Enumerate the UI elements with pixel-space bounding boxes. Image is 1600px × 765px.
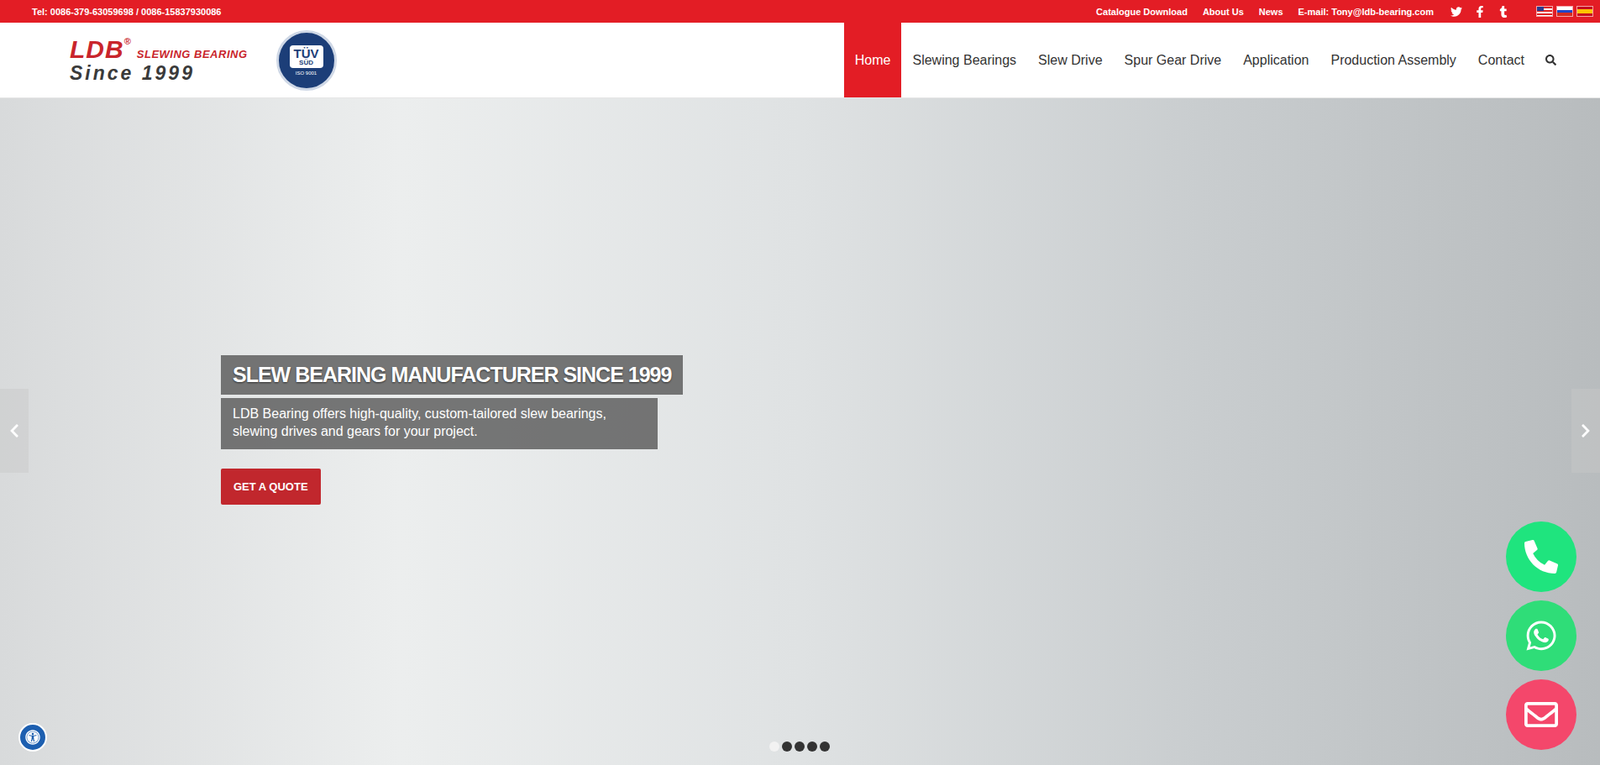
nav-item[interactable]: Spur Gear Drive [1113, 22, 1233, 98]
social-links [1450, 5, 1510, 18]
logo[interactable]: LDB® SLEWING BEARING Since 1999 [69, 36, 248, 84]
slide-dot[interactable] [794, 741, 805, 752]
badge-code: ISO 9001 [295, 70, 317, 76]
tumblr-icon[interactable] [1497, 5, 1510, 18]
prev-arrow[interactable] [0, 388, 29, 473]
logo-top: LDB® SLEWING BEARING [69, 36, 248, 63]
top-bar: Tel: 0086-379-63059698 / 0086-1583793008… [0, 0, 1600, 23]
accessibility-icon [25, 729, 41, 746]
ru-flag-icon[interactable] [1556, 5, 1574, 17]
badge-top: TÜV [293, 47, 320, 60]
logo-tagline: SLEWING BEARING [136, 48, 248, 60]
phone-text: Tel: 0086-379-63059698 / 0086-1583793008… [31, 6, 221, 17]
nav-item[interactable]: Slew Drive [1027, 22, 1113, 98]
search-button[interactable] [1535, 22, 1567, 98]
twitter-icon[interactable] [1450, 5, 1463, 18]
slide-dot[interactable] [819, 741, 830, 752]
whatsapp-button[interactable] [1505, 600, 1577, 672]
email-button[interactable] [1505, 679, 1577, 751]
accessibility-button[interactable] [18, 723, 48, 752]
quote-button[interactable]: GET A QUOTE [220, 468, 321, 505]
top-link[interactable]: About Us [1202, 6, 1244, 17]
nav-item[interactable]: Application [1232, 22, 1320, 98]
slide-dots [769, 741, 830, 752]
nav-item[interactable]: Contact [1467, 22, 1536, 98]
phone-button[interactable] [1505, 521, 1577, 593]
es-flag-icon[interactable] [1576, 5, 1594, 17]
top-links: Catalogue Download About Us News E-mail: To… [1096, 5, 1594, 18]
top-link[interactable]: E-mail: Tony@ldb-bearing.com [1298, 6, 1434, 17]
nav-item[interactable]: Production Assembly [1319, 22, 1467, 98]
registered-mark: ® [124, 36, 132, 47]
tuv-badge: TÜVSÜDISO 9001 [276, 30, 337, 91]
language-flags [1536, 5, 1594, 17]
chevron-left-icon [6, 423, 22, 439]
facebook-icon[interactable] [1474, 5, 1486, 18]
logo-since: Since 1999 [69, 63, 248, 84]
us-flag-icon[interactable] [1536, 5, 1553, 17]
brand: LDB®SLEWING BEARINGSince 1999TÜVSÜDISO 9… [69, 22, 337, 98]
hero-title: SLEW BEARING MANUFACTURER SINCE 1999 [220, 355, 683, 395]
tuv-badge-inner: TÜVSÜD [289, 45, 324, 69]
contact-buttons [1505, 521, 1577, 751]
slide-dot[interactable] [769, 741, 780, 752]
phone-icon [1524, 540, 1559, 574]
chevron-right-icon [1578, 423, 1594, 439]
next-arrow[interactable] [1571, 388, 1600, 473]
email-icon [1524, 697, 1559, 732]
whatsapp-icon [1524, 619, 1559, 653]
header: LDB®SLEWING BEARINGSince 1999TÜVSÜDISO 9… [0, 22, 1600, 99]
main-nav: HomeSlewing BearingsSlew DriveSpur Gear … [844, 22, 1600, 98]
slide-dot[interactable] [807, 741, 818, 752]
logo-brand: LDB® [69, 36, 132, 63]
hero-slider: SLEW BEARING MANUFACTURER SINCE 1999LDB … [0, 98, 1600, 765]
top-link[interactable]: News [1259, 6, 1284, 17]
page: Tel: 0086-379-63059698 / 0086-1583793008… [0, 0, 1600, 765]
nav-item[interactable]: Home [844, 22, 903, 98]
slide-dot[interactable] [781, 741, 793, 752]
search-icon [1545, 54, 1557, 66]
top-link[interactable]: Catalogue Download [1096, 6, 1188, 17]
nav-item[interactable]: Slewing Bearings [901, 22, 1028, 98]
badge-bottom: SÜD [299, 59, 314, 67]
hero-text: LDB Bearing offers high-quality, custom-… [220, 398, 658, 450]
